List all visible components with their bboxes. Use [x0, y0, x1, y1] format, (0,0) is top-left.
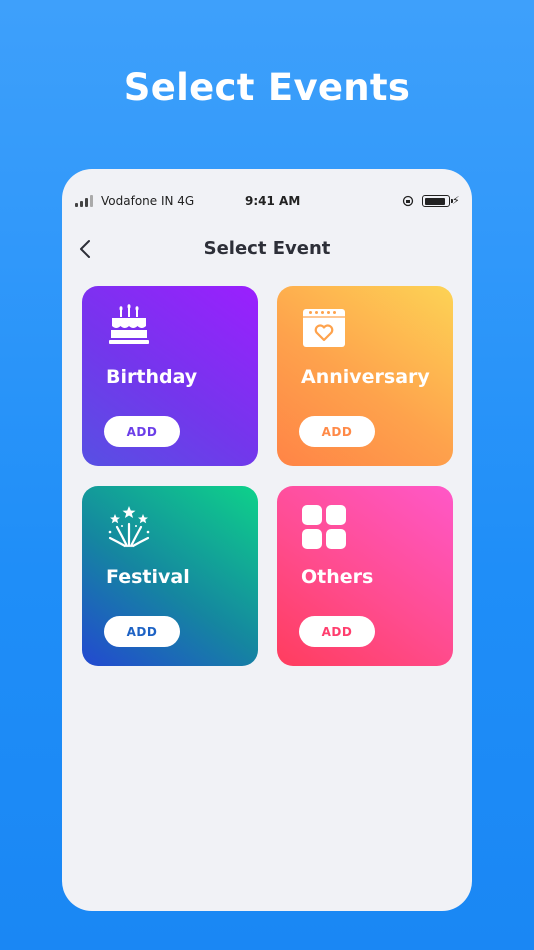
- battery-icon: [422, 195, 453, 207]
- event-card-others[interactable]: Others ADD: [277, 486, 453, 666]
- event-card-anniversary[interactable]: Anniversary ADD: [277, 286, 453, 466]
- event-label-others: Others: [301, 566, 374, 588]
- grid-icon: [302, 505, 346, 549]
- event-card-festival[interactable]: Festival ADD: [82, 486, 258, 666]
- page-title: Select Event: [203, 238, 331, 259]
- event-label-anniversary: Anniversary: [301, 366, 430, 388]
- carrier-label: Vodafone IN 4G: [101, 194, 195, 208]
- add-birthday-button[interactable]: ADD: [104, 416, 180, 447]
- cake-icon: [109, 304, 149, 344]
- rotation-lock-icon: [402, 195, 414, 207]
- event-label-festival: Festival: [106, 566, 190, 588]
- fireworks-icon: [108, 506, 150, 548]
- status-bar: Vodafone IN 4G 9:41 AM ⚡: [62, 191, 472, 211]
- signal-icon: [75, 195, 95, 207]
- phone-frame: Vodafone IN 4G 9:41 AM ⚡ Select Event Bi…: [62, 169, 472, 911]
- charging-icon: ⚡: [452, 194, 460, 207]
- event-label-birthday: Birthday: [106, 366, 198, 388]
- add-festival-button[interactable]: ADD: [104, 616, 180, 647]
- nav-bar: Select Event: [62, 233, 472, 265]
- add-others-button[interactable]: ADD: [299, 616, 375, 647]
- promo-title: Select Events: [123, 66, 411, 109]
- add-anniversary-button[interactable]: ADD: [299, 416, 375, 447]
- calendar-heart-icon: [303, 309, 345, 347]
- status-time: 9:41 AM: [245, 194, 301, 208]
- event-card-birthday[interactable]: Birthday ADD: [82, 286, 258, 466]
